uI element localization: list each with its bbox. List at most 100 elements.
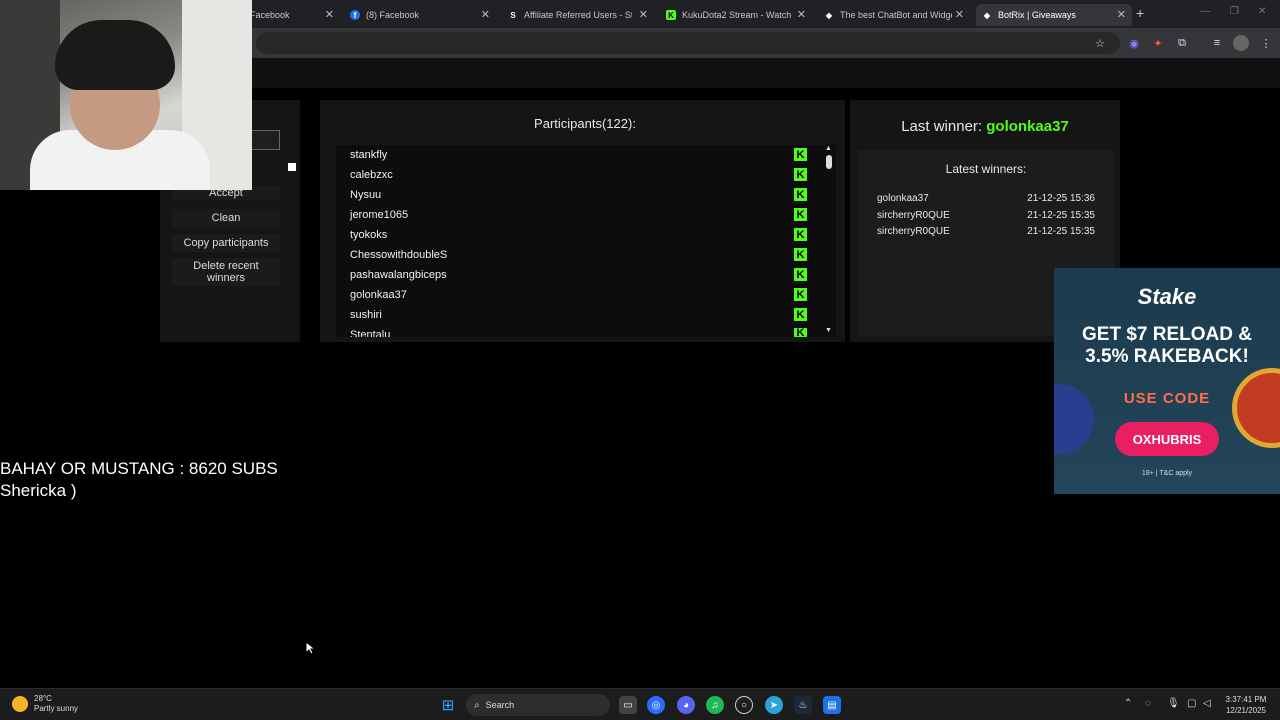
- participant-item: Nysuu: [350, 189, 382, 201]
- weather-widget[interactable]: 28°C Partly sunny: [12, 694, 78, 714]
- winner-name: sircherryR0QUE: [877, 210, 950, 221]
- clock-time: 3:37:41 PM: [1225, 695, 1267, 704]
- participant-item: jerome1065: [350, 209, 409, 221]
- botrix-icon: ◆: [825, 10, 833, 20]
- close-tab-icon[interactable]: ✕: [325, 8, 334, 21]
- taskbar: 28°C Partly sunny ⊞ ⌕ Search ▭ ◎ ◕ ♫ ○ ➤…: [0, 688, 1280, 720]
- menu-kebab-icon[interactable]: ⋮: [1258, 35, 1274, 51]
- search-label: Search: [485, 700, 515, 710]
- delete-recent-winners-button[interactable]: Delete recent winners: [172, 258, 280, 286]
- extensions-puzzle-icon[interactable]: ⧉: [1174, 35, 1190, 51]
- winner-row: sircherryR0QUE 21-12-25 15:35: [877, 210, 1097, 226]
- taskbar-clock[interactable]: 3:37:41 PM 12/21/2025: [1214, 694, 1278, 716]
- close-tab-icon[interactable]: ✕: [639, 8, 648, 21]
- roulette-graphic: [1232, 368, 1280, 448]
- winner-name: sircherryR0QUE: [877, 226, 950, 237]
- windows-start-icon[interactable]: ⊞: [439, 696, 457, 714]
- tab-botrix-chatbot[interactable]: ◆ The best ChatBot and Widgets ✕: [818, 4, 970, 26]
- option-checkbox[interactable]: [288, 163, 296, 171]
- last-winner-name: golonkaa37: [986, 118, 1069, 135]
- extension-icon[interactable]: ◉: [1126, 35, 1142, 51]
- task-view-icon[interactable]: ▭: [619, 696, 637, 714]
- chrome-icon[interactable]: ◎: [647, 696, 665, 714]
- taskbar-search[interactable]: ⌕ Search: [466, 694, 610, 716]
- steam-icon[interactable]: ♨: [794, 696, 812, 714]
- kick-icon: K: [794, 308, 807, 321]
- latest-winners-title: Latest winners:: [945, 162, 1027, 176]
- new-tab-button[interactable]: +: [1136, 5, 1144, 21]
- copy-participants-button[interactable]: Copy participants: [172, 234, 280, 252]
- clean-button[interactable]: Clean: [172, 209, 280, 227]
- scroll-thumb[interactable]: [826, 155, 832, 169]
- tab-title: (8) Facebook: [366, 10, 420, 20]
- participants-scrollbar[interactable]: ▲ ▼: [823, 145, 835, 337]
- window-close-icon[interactable]: ✕: [1258, 6, 1266, 17]
- tray-overflow-icon[interactable]: ⌃: [1124, 698, 1132, 709]
- tab-title: Affiliate Referred Users - Stake: [524, 10, 632, 20]
- close-tab-icon[interactable]: ✕: [1117, 8, 1126, 21]
- profile-avatar-icon[interactable]: [1233, 35, 1249, 51]
- winner-date: 21-12-25 15:36: [1027, 193, 1095, 204]
- bookmark-star-icon[interactable]: ☆: [1092, 35, 1108, 51]
- stake-icon: S: [510, 10, 516, 20]
- kick-icon: K: [794, 228, 807, 241]
- tab-stake-affiliate[interactable]: S Affiliate Referred Users - Stake ✕: [502, 4, 654, 26]
- close-tab-icon[interactable]: ✕: [481, 8, 490, 21]
- tab-kick-stream[interactable]: K KukuDota2 Stream - Watch Live ✕: [660, 4, 812, 26]
- ad-brand: Stake: [1137, 284, 1197, 309]
- kick-icon: K: [794, 328, 807, 337]
- ad-headline-line2: 3.5% RAKEBACK!: [1085, 346, 1249, 367]
- volume-icon[interactable]: ◁: [1203, 698, 1211, 709]
- stream-overlay-text: BAHAY OR MUSTANG : 8620 SUBS Shericka ): [0, 458, 278, 502]
- facebook-icon: f: [350, 10, 360, 20]
- tab-facebook-notifications[interactable]: f (8) Facebook ✕: [344, 4, 496, 26]
- ad-code-button[interactable]: OXHUBRIS: [1115, 422, 1219, 456]
- participants-title: Participants(122):: [534, 116, 636, 131]
- reading-list-icon[interactable]: ≡: [1209, 35, 1225, 51]
- stake-ad-banner[interactable]: Stake GET $7 RELOAD & 3.5% RAKEBACK! USE…: [1054, 268, 1280, 494]
- participant-item: sushiri: [350, 309, 382, 321]
- app-icon[interactable]: ○: [735, 696, 753, 714]
- tab-facebook[interactable]: Facebook ✕: [244, 4, 340, 26]
- winner-row: golonkaa37 21-12-25 15:36: [877, 193, 1097, 209]
- participant-item: pashawalangbiceps: [350, 269, 447, 281]
- scroll-down-icon[interactable]: ▼: [825, 327, 832, 334]
- clock-date: 12/21/2025: [1225, 706, 1267, 715]
- microphone-icon[interactable]: 🎙: [1167, 698, 1180, 709]
- close-tab-icon[interactable]: ✕: [955, 8, 964, 21]
- partly-sunny-icon: [12, 696, 28, 712]
- winner-date: 21-12-25 15:35: [1027, 226, 1095, 237]
- search-icon: ⌕: [474, 699, 480, 711]
- kick-icon: K: [794, 168, 807, 181]
- close-tab-icon[interactable]: ✕: [797, 8, 806, 21]
- weather-condition: Partly sunny: [34, 704, 79, 713]
- webcam-hair: [55, 20, 175, 90]
- maximize-icon[interactable]: ❐: [1230, 6, 1239, 17]
- tray-app-icon[interactable]: ◌: [1145, 698, 1151, 709]
- participant-item: ChessowithdoubleS: [350, 249, 448, 261]
- network-icon[interactable]: ▢: [1187, 698, 1196, 709]
- ad-headline: GET $7 RELOAD & 3.5% RAKEBACK!: [1054, 324, 1280, 368]
- discord-icon[interactable]: ◕: [677, 696, 695, 714]
- kick-icon: K: [794, 268, 807, 281]
- keyword-input[interactable]: [250, 130, 280, 150]
- minimize-icon[interactable]: —: [1200, 6, 1210, 17]
- notepad-icon[interactable]: ▤: [823, 696, 841, 714]
- extension-icon[interactable]: ✦: [1150, 35, 1166, 51]
- last-winner-label: Last winner:: [901, 118, 983, 135]
- address-bar[interactable]: [256, 32, 1120, 54]
- spotify-icon[interactable]: ♫: [706, 696, 724, 714]
- participant-item: Stentalu: [350, 329, 391, 337]
- screen: Facebook ✕ f (8) Facebook ✕ S Affiliate …: [0, 0, 1280, 720]
- winner-name: golonkaa37: [877, 193, 929, 204]
- participants-list[interactable]: stankfly calebzxc Nysuu jerome1065 tyoko…: [336, 145, 836, 337]
- participant-item: golonkaa37: [350, 289, 407, 301]
- botrix-icon: ◆: [983, 10, 991, 20]
- tab-botrix-giveaways[interactable]: ◆ BotRix | Giveaways ✕: [976, 4, 1132, 26]
- telegram-icon[interactable]: ➤: [765, 696, 783, 714]
- tab-title: Facebook: [250, 10, 290, 20]
- tab-title: KukuDota2 Stream - Watch Live: [682, 10, 792, 20]
- scroll-up-icon[interactable]: ▲: [825, 145, 832, 152]
- participant-item: tyokoks: [350, 229, 388, 241]
- tab-title: BotRix | Giveaways: [998, 10, 1076, 20]
